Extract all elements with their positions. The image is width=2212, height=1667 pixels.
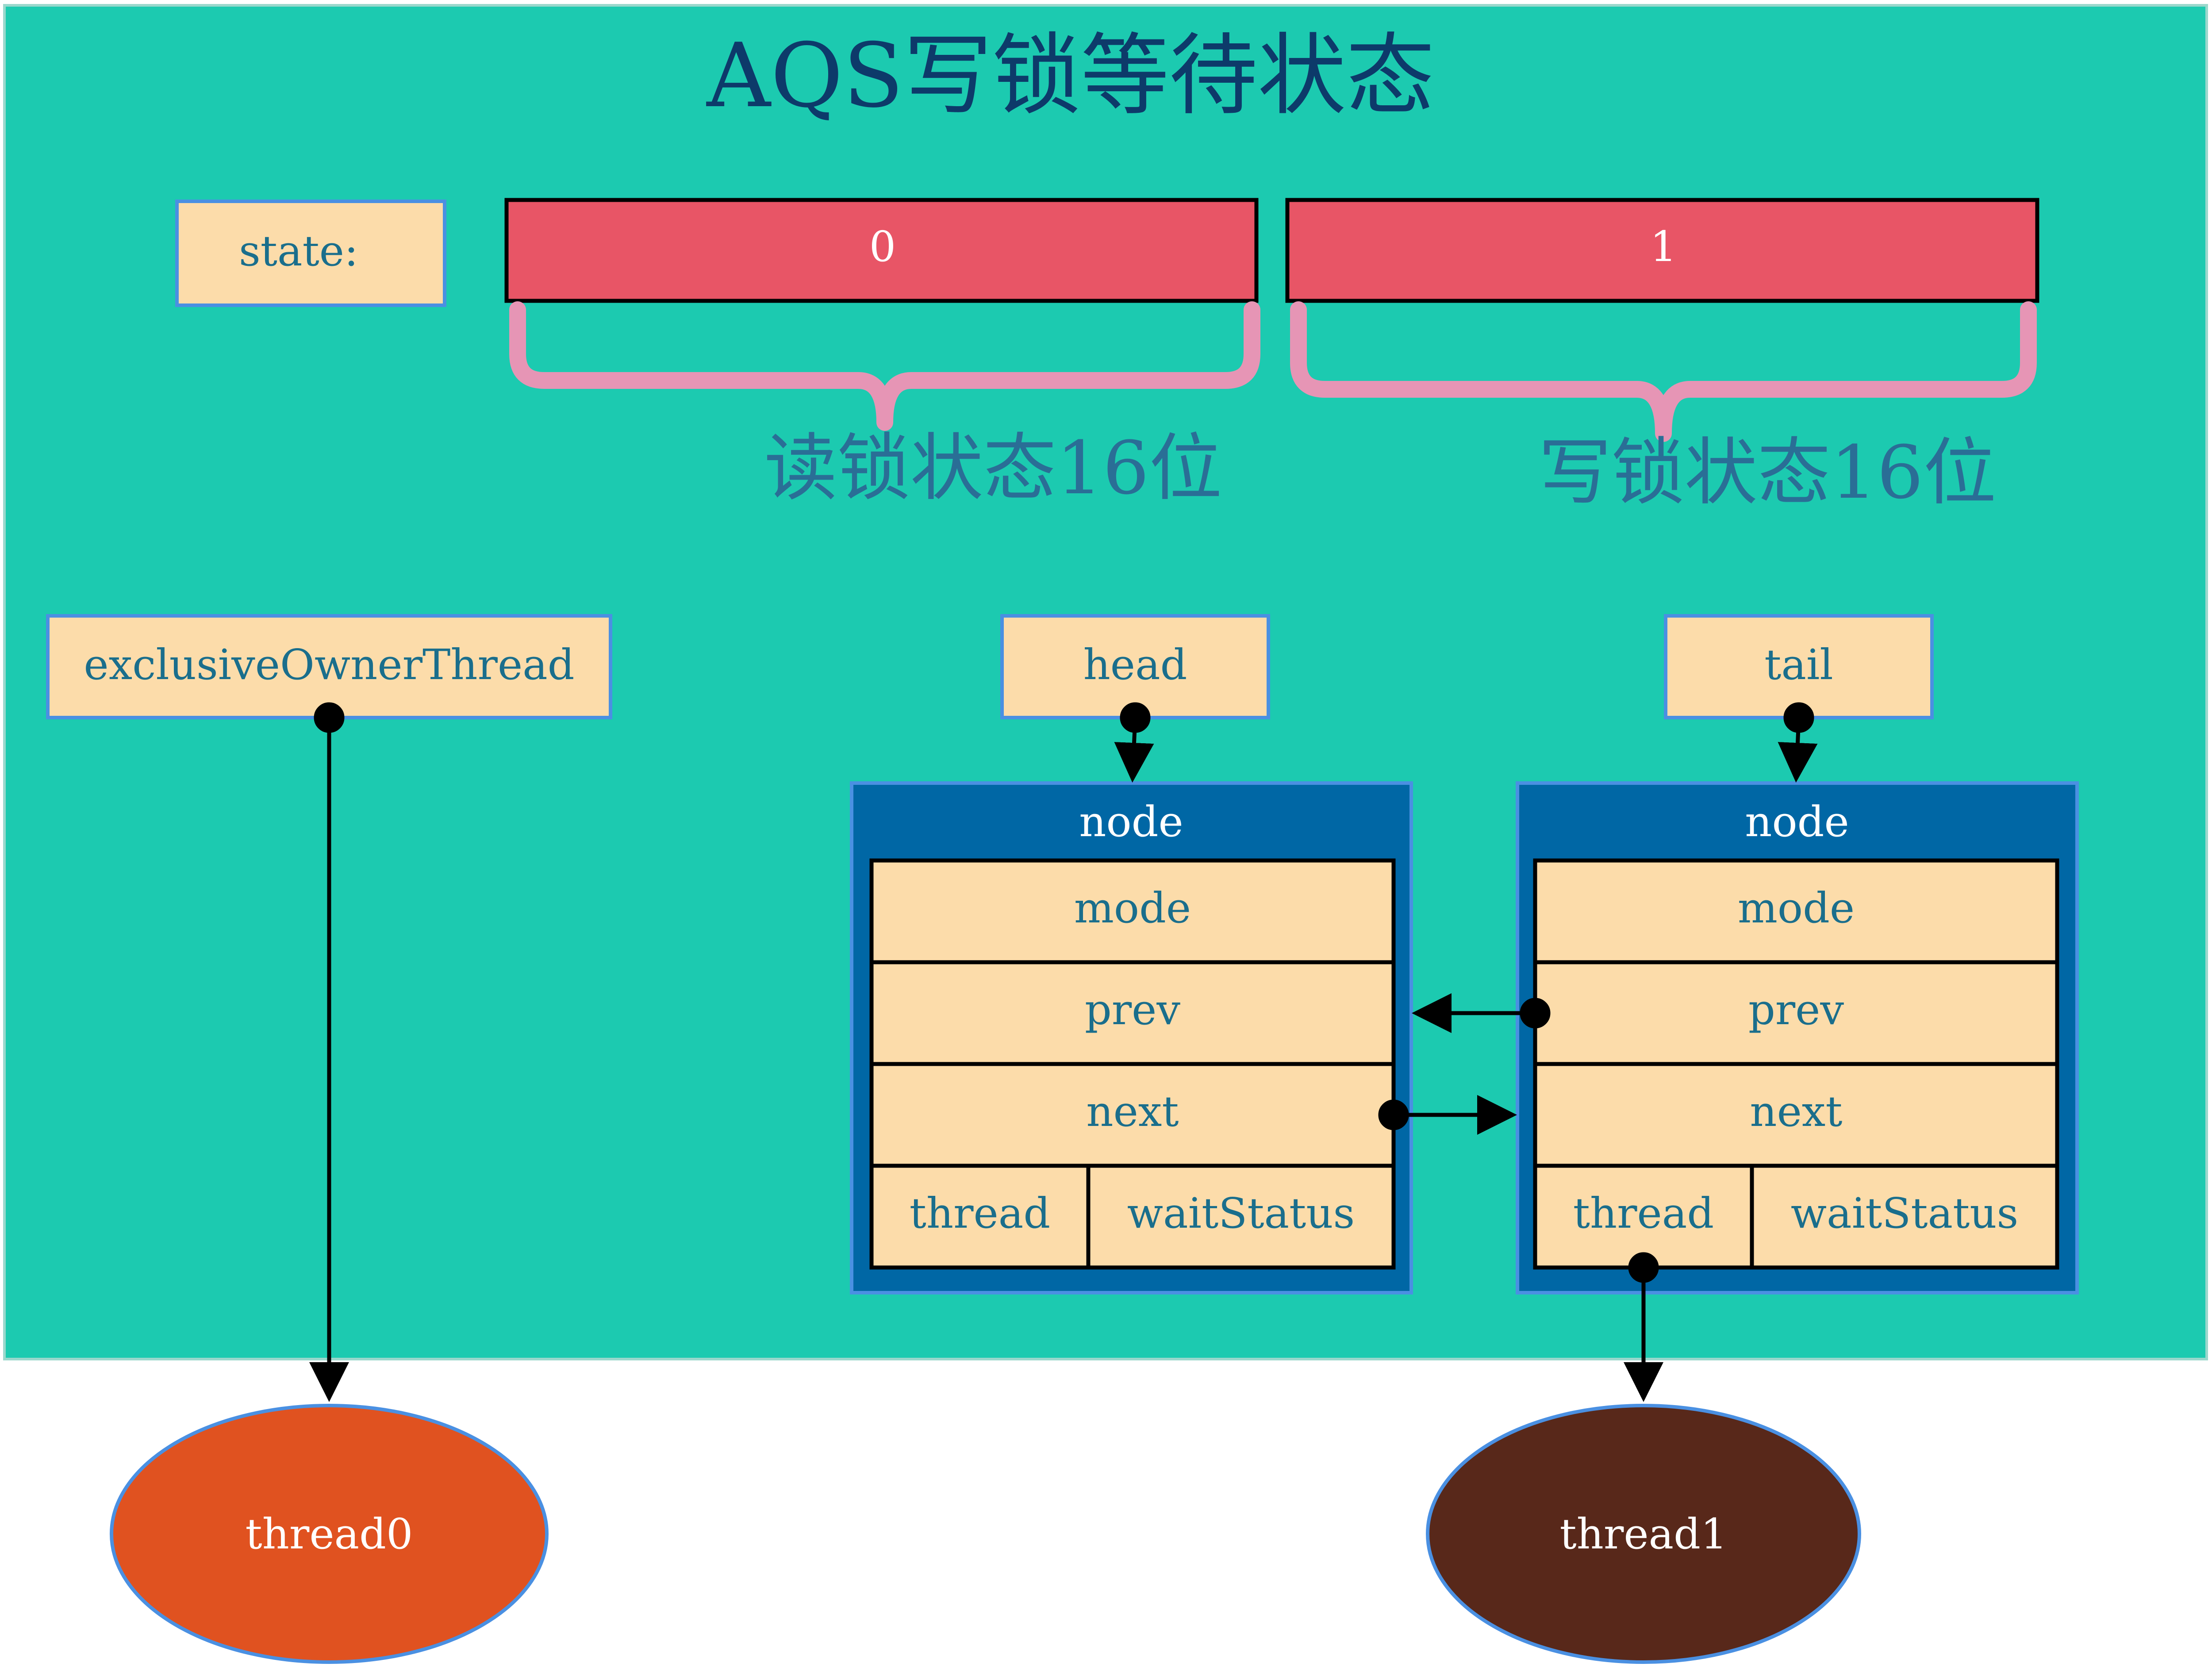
head-pointer-dot (1120, 702, 1151, 733)
node-2: node mode prev next thread waitStatus (1516, 781, 2079, 1294)
head-label: head (1083, 641, 1187, 689)
owner-pointer-dot (314, 702, 345, 733)
tail-label: tail (1764, 641, 1833, 689)
thread0-label: thread0 (246, 1510, 413, 1559)
thread1-label: thread1 (1560, 1510, 1728, 1559)
write-bits-caption: 写锁状态16位 (1539, 430, 1997, 515)
node-2-prev: prev (1748, 986, 1844, 1034)
exclusive-owner-thread-label: exclusiveOwnerThread (84, 641, 574, 689)
node-2-wait-status: waitStatus (1791, 1189, 2019, 1238)
node-1-title: node (1079, 798, 1183, 846)
aqs-write-lock-diagram: AQS写锁等待状态 state: 0 1 读锁状态16位 写锁状态16位 exc… (3, 4, 2208, 1664)
node-1-next: next (1086, 1087, 1179, 1136)
node-1-prev: prev (1085, 986, 1180, 1034)
node-2-title: node (1745, 798, 1849, 846)
node2-prev-dot (1520, 998, 1551, 1029)
node-2-mode: mode (1738, 884, 1855, 933)
read-bits-value: 0 (869, 223, 896, 271)
diagram-title: AQS写锁等待状态 (706, 24, 1434, 127)
node-1-thread: thread (910, 1189, 1050, 1238)
node1-next-dot (1378, 1099, 1409, 1130)
node-2-next: next (1750, 1087, 1842, 1136)
node2-thread-dot (1628, 1252, 1659, 1283)
node-1-mode: mode (1074, 884, 1191, 933)
node-1: node mode prev next thread waitStatus (850, 781, 1413, 1294)
node-1-wait-status: waitStatus (1127, 1189, 1355, 1238)
read-bits-caption: 读锁状态16位 (764, 426, 1222, 511)
write-bits-value: 1 (1650, 223, 1677, 271)
state-label: state: (239, 227, 358, 276)
node-2-thread: thread (1573, 1189, 1714, 1238)
tail-pointer-dot (1783, 702, 1814, 733)
